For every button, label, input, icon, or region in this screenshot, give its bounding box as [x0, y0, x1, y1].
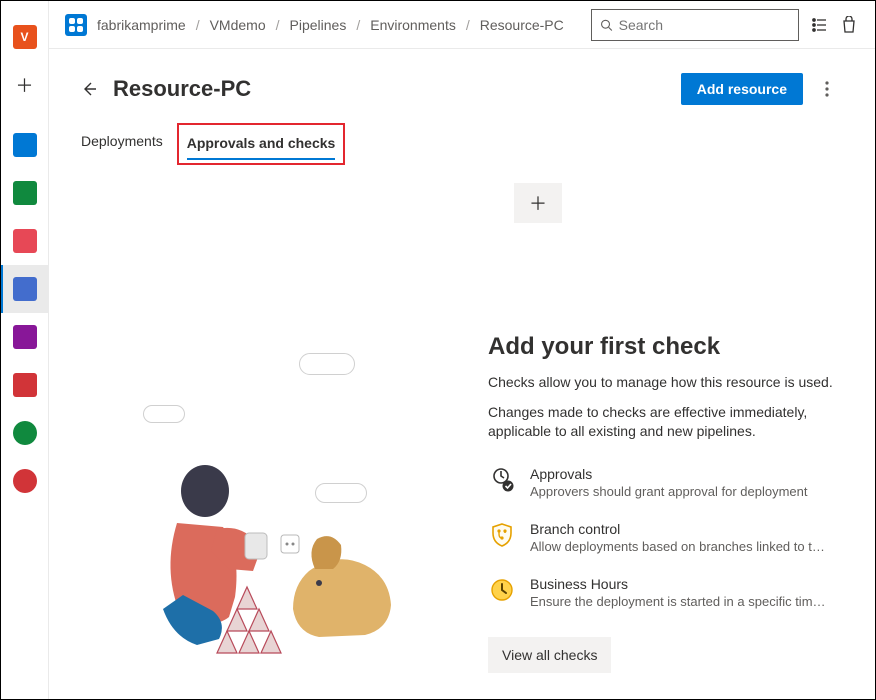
panel-desc-1: Checks allow you to manage how this reso…: [488, 373, 843, 393]
search-icon: [600, 18, 613, 32]
crumb-environments[interactable]: Environments: [370, 17, 456, 33]
more-actions-button[interactable]: [811, 73, 843, 105]
crumb-current[interactable]: Resource-PC: [480, 17, 564, 33]
shield-icon: [488, 521, 516, 549]
clock-icon: [488, 576, 516, 604]
rail-ext[interactable]: [1, 457, 49, 505]
azure-devops-logo-icon[interactable]: [65, 14, 87, 36]
check-sub: Allow deployments based on branches link…: [530, 539, 830, 554]
check-branch-control[interactable]: Branch control Allow deployments based o…: [488, 521, 843, 554]
approvals-icon: [488, 466, 516, 494]
check-business-hours[interactable]: Business Hours Ensure the deployment is …: [488, 576, 843, 609]
back-button[interactable]: [81, 79, 101, 99]
crumb-project[interactable]: VMdemo: [210, 17, 266, 33]
arrow-left-icon: [81, 81, 97, 97]
tab-approvals-checks[interactable]: Approvals and checks: [187, 127, 336, 159]
check-name: Approvals: [530, 466, 808, 482]
rail-test[interactable]: [1, 313, 49, 361]
add-check-button[interactable]: ＋: [514, 183, 562, 223]
rail-security[interactable]: [1, 409, 49, 457]
topbar: fabrikamprime/ VMdemo/ Pipelines/ Enviro…: [49, 1, 875, 49]
tab-deployments[interactable]: Deployments: [81, 125, 163, 163]
callout-highlight: Approvals and checks: [177, 123, 346, 165]
rail-repos[interactable]: [1, 169, 49, 217]
rail-project[interactable]: V: [1, 13, 49, 61]
check-sub: Approvers should grant approval for depl…: [530, 484, 808, 499]
crumb-org[interactable]: fabrikamprime: [97, 17, 186, 33]
rail-releases[interactable]: [1, 217, 49, 265]
rail-boards[interactable]: [1, 121, 49, 169]
left-rail: V ＋: [1, 1, 49, 699]
plus-icon: ＋: [529, 190, 547, 216]
plus-icon: ＋: [16, 72, 34, 98]
more-vertical-icon: [825, 81, 829, 97]
breadcrumb: fabrikamprime/ VMdemo/ Pipelines/ Enviro…: [97, 17, 564, 33]
search-box[interactable]: [591, 9, 799, 41]
empty-state-illustration: [67, 353, 487, 673]
crumb-pipelines[interactable]: Pipelines: [290, 17, 347, 33]
add-resource-button[interactable]: Add resource: [681, 73, 803, 105]
tabs: Deployments Approvals and checks: [81, 125, 843, 163]
search-input[interactable]: [619, 17, 790, 33]
check-approvals[interactable]: Approvals Approvers should grant approva…: [488, 466, 843, 499]
panel-heading: Add your first check: [488, 333, 843, 361]
marketplace-icon[interactable]: [839, 15, 859, 35]
panel-desc-2: Changes made to checks are effective imm…: [488, 403, 843, 442]
check-name: Business Hours: [530, 576, 830, 592]
rail-artifacts[interactable]: [1, 361, 49, 409]
check-name: Branch control: [530, 521, 830, 537]
rail-pipelines[interactable]: [1, 265, 49, 313]
page-title: Resource-PC: [113, 76, 251, 102]
rail-add[interactable]: ＋: [1, 61, 49, 109]
filter-list-icon[interactable]: [809, 15, 829, 35]
view-all-checks-button[interactable]: View all checks: [488, 637, 611, 673]
check-sub: Ensure the deployment is started in a sp…: [530, 594, 830, 609]
